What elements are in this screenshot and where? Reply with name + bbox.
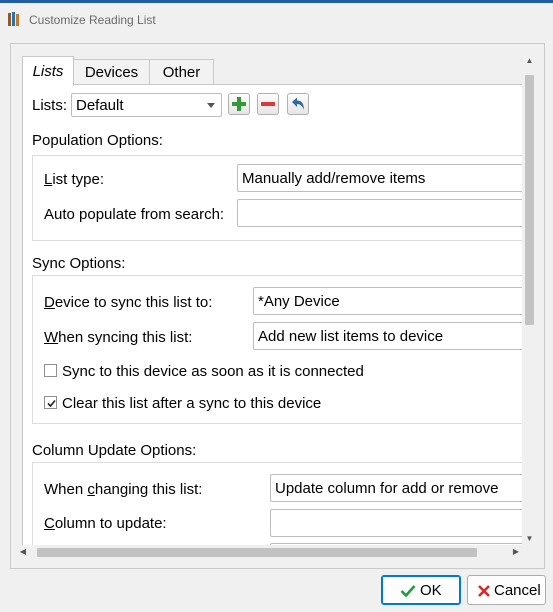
auto-populate-input[interactable] xyxy=(237,199,524,227)
scroll-down-icon[interactable]: ▼ xyxy=(524,533,535,545)
check-icon xyxy=(400,585,416,598)
lists-tab-panel: Lists: Default Population Options: List … xyxy=(22,84,524,546)
when-syncing-label: When syncing this list: xyxy=(44,329,193,346)
vertical-scroll-thumb[interactable] xyxy=(525,75,534,325)
undo-list-button[interactable] xyxy=(287,93,309,115)
add-icon xyxy=(232,97,246,111)
list-type-dropdown[interactable]: Manually add/remove items xyxy=(237,164,524,192)
remove-list-button[interactable] xyxy=(257,93,279,115)
add-list-button[interactable] xyxy=(228,93,250,115)
device-sync-label: Device to sync this list to: xyxy=(44,294,213,311)
window-title: Customize Reading List xyxy=(29,13,156,27)
sync-heading: Sync Options: xyxy=(32,255,126,272)
scroll-right-icon[interactable]: ▶ xyxy=(510,546,522,558)
column-to-update-label: Column to update: xyxy=(44,515,167,532)
when-syncing-dropdown[interactable]: Add new list items to device xyxy=(253,322,524,350)
ok-button[interactable]: OK xyxy=(381,575,461,605)
when-changing-label: When changing this list: xyxy=(44,481,203,498)
column-update-heading: Column Update Options: xyxy=(32,442,197,459)
lists-label: Lists: xyxy=(32,97,68,114)
lists-dropdown[interactable]: Default xyxy=(71,93,222,117)
vertical-scrollbar[interactable]: ▲ ▼ xyxy=(522,53,537,545)
title-bar: Customize Reading List xyxy=(0,3,553,33)
scroll-corner xyxy=(522,545,537,560)
tab-lists[interactable]: Lists xyxy=(22,56,74,86)
when-changing-dropdown[interactable]: Update column for add or remove xyxy=(270,474,524,502)
clear-after-sync-label: Clear this list after a sync to this dev… xyxy=(62,395,322,412)
tab-other[interactable]: Other xyxy=(149,59,214,85)
population-heading: Population Options: xyxy=(32,132,163,149)
undo-icon xyxy=(292,97,304,110)
remove-icon xyxy=(261,102,275,106)
column-to-update-dropdown[interactable] xyxy=(270,509,524,537)
horizontal-scroll-thumb[interactable] xyxy=(37,548,477,557)
scroll-up-icon[interactable]: ▲ xyxy=(524,55,535,67)
scroll-left-icon[interactable]: ◀ xyxy=(17,546,29,558)
chevron-down-icon xyxy=(207,103,215,108)
tab-devices[interactable]: Devices xyxy=(72,59,151,85)
sync-on-connect-label: Sync to this device as soon as it is con… xyxy=(62,363,364,380)
close-icon xyxy=(478,585,490,597)
auto-populate-label: Auto populate from search: xyxy=(44,206,225,223)
cancel-button[interactable]: Cancel xyxy=(467,575,546,605)
list-type-label: List type: xyxy=(44,171,105,188)
clear-after-sync-checkbox[interactable] xyxy=(44,396,57,409)
book-icon xyxy=(8,12,20,26)
horizontal-scrollbar[interactable]: ◀ ▶ xyxy=(15,545,522,560)
checkmark-icon xyxy=(47,399,56,408)
sync-on-connect-checkbox[interactable] xyxy=(44,364,57,377)
device-sync-dropdown[interactable]: *Any Device xyxy=(253,287,524,315)
